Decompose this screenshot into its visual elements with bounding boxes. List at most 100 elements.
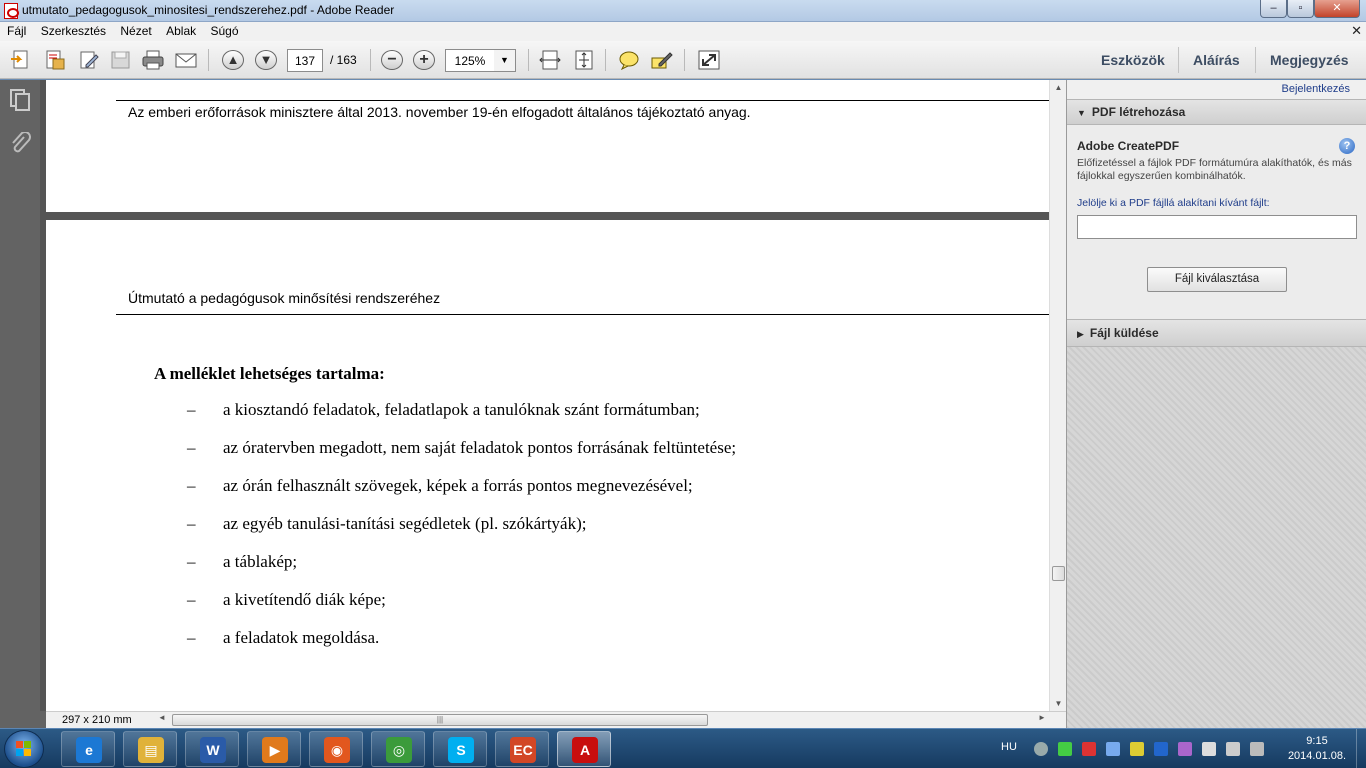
title-bar: utmutato_pedagogusok_minositesi_rendszer… — [0, 0, 1366, 22]
close-document-button[interactable]: ✕ — [1351, 23, 1362, 39]
highlight-icon[interactable] — [651, 50, 673, 70]
taskbar-app-adobe-reader[interactable]: A — [557, 731, 611, 767]
taskbar-app-microsoft-word[interactable]: W — [185, 731, 239, 767]
close-window-button[interactable]: ✕ — [1314, 0, 1360, 18]
document-view[interactable]: Az emberi erőforrások minisztere által 2… — [46, 80, 1049, 714]
taskbar-app-skype[interactable]: S — [433, 731, 487, 767]
fit-page-icon[interactable] — [573, 50, 595, 70]
tools-pane-button[interactable]: Eszközök — [1101, 52, 1165, 68]
select-file-button[interactable]: Fájl kiválasztása — [1147, 267, 1287, 292]
taskbar-app-windows-explorer[interactable]: ▤ — [123, 731, 177, 767]
window-title: utmutato_pedagogusok_minositesi_rendszer… — [22, 3, 395, 17]
toolbar: ▲ ▼ / 163 − + ▼ Eszközök Aláírás Megjegy… — [0, 41, 1366, 79]
minimize-button[interactable]: – — [1260, 0, 1287, 18]
menu-help[interactable]: Súgó — [206, 22, 242, 41]
start-button[interactable] — [4, 730, 44, 768]
menu-file[interactable]: Fájl — [3, 22, 30, 41]
taskbar-app-chrome[interactable]: ◎ — [371, 731, 425, 767]
adobe-reader-icon: A — [572, 737, 598, 763]
comment-pane-button[interactable]: Megjegyzés — [1270, 52, 1349, 68]
horizontal-scroll-thumb[interactable]: ||| — [172, 714, 708, 726]
device-icon[interactable] — [1202, 742, 1216, 756]
page-rule — [116, 100, 1049, 101]
menu-view[interactable]: Nézet — [116, 22, 155, 41]
list-item: – a kivetítendő diák képe; — [187, 590, 386, 609]
attachments-icon[interactable] — [9, 131, 31, 156]
edit-pdf-icon[interactable] — [78, 50, 100, 70]
zoom-in-button[interactable]: + — [413, 50, 435, 70]
page-total-label: / 163 — [330, 53, 357, 67]
tray-network-warning-icon[interactable] — [1082, 742, 1096, 756]
service-title: Adobe CreatePDF — [1077, 139, 1180, 153]
media-player-icon: ▶ — [262, 737, 288, 763]
menu-window[interactable]: Ablak — [162, 22, 200, 41]
expand-arrow-icon: ▶ — [1077, 329, 1084, 339]
presentation-app-icon: EC — [510, 737, 536, 763]
next-page-button[interactable]: ▼ — [255, 50, 277, 70]
list-item: – az egyéb tanulási-tanítási segédletek (… — [187, 514, 587, 533]
full-screen-icon[interactable] — [698, 50, 720, 70]
zoom-dropdown-button[interactable]: ▼ — [494, 49, 516, 72]
clock[interactable]: 9:15 2014.01.08. — [1286, 734, 1348, 764]
firefox-icon: ◉ — [324, 737, 350, 763]
language-indicator[interactable]: HU — [1001, 741, 1017, 753]
page-footer-text: Az emberi erőforrások minisztere által 2… — [128, 104, 751, 120]
scroll-up-button[interactable]: ▲ — [1050, 80, 1067, 96]
scroll-left-button[interactable]: ◄ — [158, 713, 166, 722]
vertical-scroll-thumb[interactable] — [1052, 565, 1065, 581]
tray-security-icon[interactable] — [1058, 742, 1072, 756]
tray-app-icon[interactable] — [1178, 742, 1192, 756]
menu-edit[interactable]: Szerkesztés — [37, 22, 110, 41]
print-icon[interactable] — [142, 50, 164, 70]
file-path-input[interactable] — [1077, 215, 1357, 239]
show-desktop-button[interactable] — [1356, 729, 1366, 768]
comment-icon[interactable] — [618, 50, 640, 71]
signal-strength-icon[interactable] — [1250, 742, 1264, 756]
scroll-down-button[interactable]: ▼ — [1050, 696, 1067, 712]
taskbar-app-media-player[interactable]: ▶ — [247, 731, 301, 767]
zoom-level-input[interactable] — [445, 49, 495, 72]
save-icon[interactable] — [110, 50, 132, 70]
send-file-section-header[interactable]: ▶ Fájl küldése — [1067, 320, 1366, 347]
section-title: Fájl küldése — [1089, 326, 1159, 340]
list-item: – a feladatok megoldása. — [187, 628, 380, 647]
pdf-page-current: Útmutató a pedagógusok minősítési rendsz… — [46, 220, 1049, 714]
create-pdf-section-header[interactable]: ▼ PDF létrehozása — [1067, 99, 1366, 125]
vertical-scrollbar[interactable]: ▲ ▼ — [1049, 80, 1066, 714]
tray-app-icon[interactable] — [1130, 742, 1144, 756]
sign-pane-button[interactable]: Aláírás — [1193, 52, 1240, 68]
create-pdf-icon[interactable] — [10, 50, 32, 70]
email-icon[interactable] — [175, 50, 197, 70]
fit-width-icon[interactable] — [539, 50, 561, 70]
volume-icon[interactable] — [1226, 742, 1240, 756]
page-thumbnails-icon[interactable] — [9, 88, 31, 112]
system-tray: HU 9:15 2014.01.08. — [990, 729, 1366, 768]
tray-app-icon[interactable] — [1106, 742, 1120, 756]
list-item: – az órán felhasznált szövegek, képek a f… — [187, 476, 693, 495]
scroll-right-button[interactable]: ► — [1038, 713, 1046, 722]
adobe-reader-app-icon — [4, 3, 19, 19]
collapse-arrow-icon: ▼ — [1077, 108, 1086, 118]
taskbar-app-internet-explorer[interactable]: e — [61, 731, 115, 767]
file-field-label: Jelölje ki a PDF fájllá alakítani kívánt… — [1077, 197, 1270, 209]
windows-explorer-icon: ▤ — [138, 737, 164, 763]
taskbar: e ▤ W ▶ ◉ ◎ S EC A HU 9:15 2014.01.08. — [0, 728, 1366, 768]
bluetooth-icon[interactable] — [1154, 742, 1168, 756]
combine-files-icon[interactable] — [44, 50, 66, 70]
page-number-input[interactable] — [287, 49, 323, 72]
sign-in-link[interactable]: Bejelentkezés — [1282, 83, 1351, 95]
section-heading: A melléklet lehetséges tartalma: — [154, 364, 385, 383]
previous-page-button[interactable]: ▲ — [222, 50, 244, 70]
internet-explorer-icon: e — [76, 737, 102, 763]
maximize-button[interactable]: ▫ — [1287, 0, 1314, 18]
tray-app-icon[interactable] — [1034, 742, 1048, 756]
skype-icon: S — [448, 737, 474, 763]
create-pdf-section-body: Adobe CreatePDF ? Előfizetéssel a fájlok… — [1067, 125, 1366, 320]
service-description: Előfizetéssel a fájlok PDF formátumúra a… — [1077, 157, 1352, 182]
taskbar-app-presentation-app[interactable]: EC — [495, 731, 549, 767]
pdf-page-previous: Az emberi erőforrások minisztere által 2… — [46, 80, 1049, 212]
taskbar-app-firefox[interactable]: ◉ — [309, 731, 363, 767]
windows-logo-icon — [16, 741, 32, 757]
help-icon[interactable]: ? — [1339, 138, 1355, 154]
zoom-out-button[interactable]: − — [381, 50, 403, 70]
